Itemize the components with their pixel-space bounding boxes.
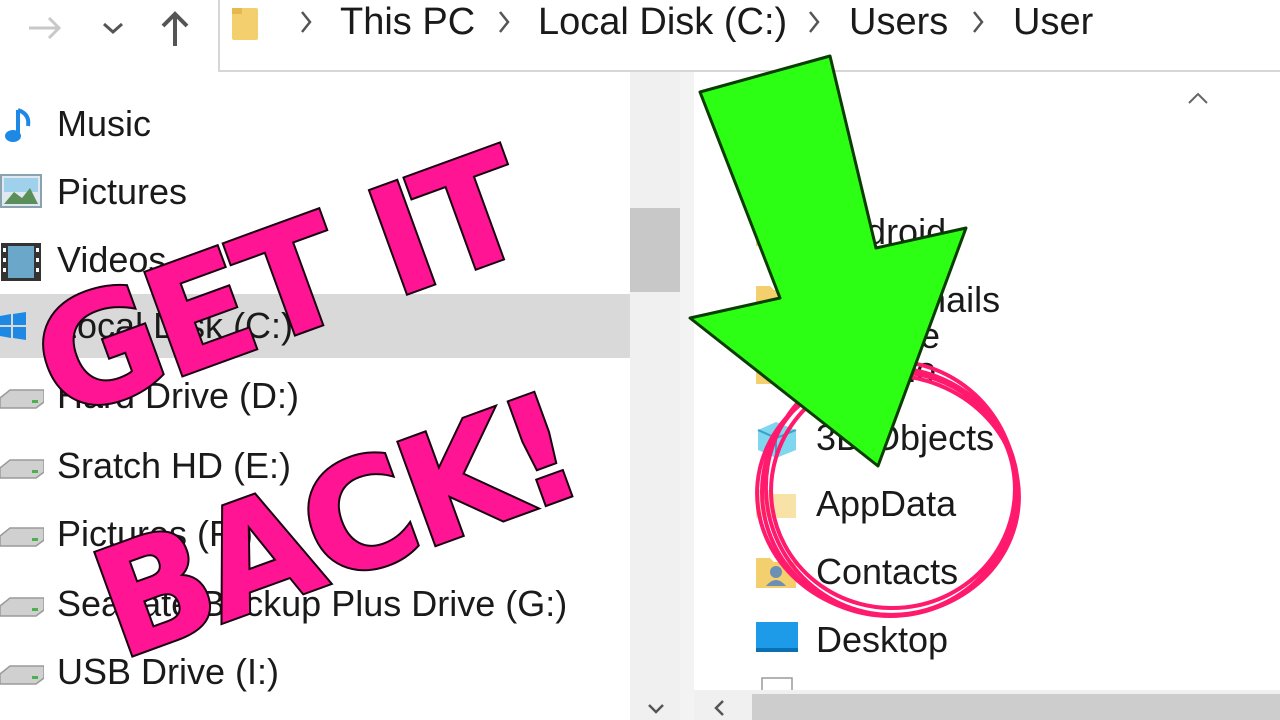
drive-icon [0,527,44,547]
sidebar-item-local-disk-c[interactable]: Local Disk (C:) [0,294,630,358]
sidebar-item-label: Music [57,103,152,144]
videos-icon [1,243,41,281]
horizontal-scrollbar[interactable] [694,690,1280,720]
drive-icon [0,665,44,685]
sidebar-item-label: Sratch HD (E:) [57,445,292,486]
breadcrumb-item[interactable]: This PC [340,0,475,44]
chevron-right-icon [499,11,510,33]
list-item[interactable]: AppData [754,476,1254,536]
file-name: .android [816,211,947,252]
chevron-down-icon [103,22,123,35]
file-name: 3D Objects [816,417,995,458]
file-name: AppData [816,483,957,524]
sidebar-item-drive-i[interactable]: USB Drive (I:) [0,640,630,704]
folder-icon [232,8,258,40]
contacts-icon [756,558,796,588]
folder-icon [756,490,796,518]
breadcrumb-item[interactable]: User [1013,0,1093,44]
breadcrumb-item[interactable]: Local Disk (C:) [538,0,787,44]
pictures-icon [0,174,42,208]
chevron-left-icon[interactable] [712,698,726,718]
sidebar-item-label: Videos [57,239,167,280]
3d-objects-icon [757,422,797,458]
list-item[interactable]: Contacts [754,544,1254,604]
scrollbar-thumb[interactable] [752,694,1280,720]
drive-icon [0,597,44,617]
file-name: .dermio [816,349,937,390]
list-item[interactable]: Desktop [754,612,1254,672]
chevron-right-icon [301,11,312,33]
pane-divider[interactable] [680,72,694,720]
address-bar[interactable]: This PC Local Disk (C:) Users User [218,0,1280,72]
recent-locations-button[interactable] [96,8,130,48]
sidebar-item-videos[interactable]: Videos [0,228,630,292]
windows-drive-icon [0,312,26,340]
chevron-right-icon [973,11,984,33]
file-name: Desktop [816,619,949,660]
arrow-right-icon [29,16,62,40]
drive-icon [0,389,44,409]
drive-icon [0,459,44,479]
scrollbar-thumb[interactable] [630,208,680,292]
sidebar-item-drive-e[interactable]: Sratch HD (E:) [0,434,630,498]
sidebar-item-label: USB Drive (I:) [57,651,280,692]
sidebar-item-label: Seagate Backup Plus Drive (G:) [57,583,568,624]
list-item[interactable]: 3D Objects [754,410,1254,470]
sidebar-item-drive-g[interactable]: Seagate Backup Plus Drive (G:) [0,572,630,636]
navigation-bar: This PC Local Disk (C:) Users User [0,0,1280,72]
list-item[interactable]: .android [754,204,1254,264]
chevron-down-icon[interactable] [646,702,666,716]
sidebar-item-label: Local Disk (C:) [57,305,294,346]
chevron-right-icon [809,11,820,33]
arrow-up-icon [161,11,189,46]
sidebar-item-label: Pictures (F:) [57,513,254,554]
sidebar-item-pictures[interactable]: Pictures [0,160,630,224]
sidebar-item-music[interactable]: Music [0,92,630,156]
sidebar-scrollbar[interactable] [630,72,680,720]
sidebar-item-drive-f[interactable]: Pictures (F:) [0,502,630,566]
sidebar-item-label: Pictures [57,171,188,212]
breadcrumb-item[interactable]: Users [849,0,948,44]
sidebar-item-label: Hard Drive (D:) [57,375,300,416]
folder-icon [756,218,796,246]
desktop-icon [756,622,798,652]
back-button[interactable] [20,8,70,48]
sidebar-item-drive-d[interactable]: Hard Drive (D:) [0,364,630,428]
file-list: .android .thumbnails .vscode .dermio 3D … [694,72,1280,720]
file-name: Contacts [816,551,959,592]
navigation-pane: Music Pictures Videos Local Disk (C:) Ha… [0,72,680,720]
folder-icon [756,356,796,384]
list-item[interactable]: .dermio [754,342,1254,402]
chevron-up-icon[interactable] [1186,90,1210,106]
music-note-icon [5,108,31,142]
up-button[interactable] [152,8,198,48]
